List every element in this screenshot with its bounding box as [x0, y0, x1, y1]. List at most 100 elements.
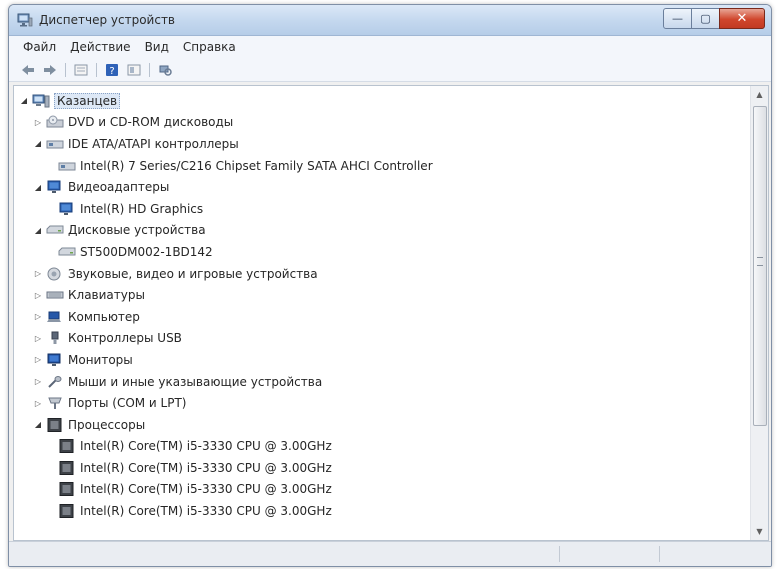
tree-device[interactable]: Intel(R) HD Graphics — [14, 198, 750, 220]
processor-icon — [46, 417, 64, 432]
expand-arrow-icon[interactable]: ▷ — [32, 334, 44, 343]
tree-device[interactable]: Intel(R) Core(TM) i5-3330 CPU @ 3.00GHz — [14, 436, 750, 458]
tree-root-label: Казанцев — [54, 92, 121, 109]
tree-category-label: Звуковые, видео и игровые устройства — [68, 266, 318, 281]
collapse-arrow-icon[interactable]: ◢ — [32, 226, 44, 235]
toolbar-separator — [149, 62, 150, 77]
close-icon: ✕ — [736, 11, 748, 26]
svg-text:?: ? — [109, 66, 114, 77]
tree-category[interactable]: ▷ Звуковые, видео и игровые устройства — [14, 263, 750, 285]
monitor-icon — [46, 353, 64, 367]
processor-icon — [58, 504, 76, 519]
tree-device[interactable]: Intel(R) Core(TM) i5-3330 CPU @ 3.00GHz — [14, 479, 750, 501]
tree-category-label: Мыши и иные указывающие устройства — [68, 374, 323, 389]
tree-category-label: Видеоадаптеры — [68, 180, 170, 195]
usb-icon — [46, 331, 64, 345]
tree-category[interactable]: ▷ Компьютер — [14, 306, 750, 328]
port-icon — [46, 396, 64, 410]
vertical-scrollbar[interactable]: ▲ ▼ — [750, 86, 768, 540]
tree-root[interactable]: ◢ Казанцев — [14, 90, 750, 112]
maximize-icon: ▢ — [700, 12, 711, 25]
tree-category-label: Порты (COM и LPT) — [68, 396, 187, 411]
device-tree: ◢ Казанцев ▷ DVD и CD-ROM дисководы ◢ ID… — [14, 90, 750, 540]
ide-controller-icon — [58, 159, 76, 173]
tree-category[interactable]: ▷ Клавиатуры — [14, 284, 750, 306]
tree-device-label: Intel(R) 7 Series/C216 Chipset Family SA… — [80, 158, 433, 173]
tree-device[interactable]: Intel(R) 7 Series/C216 Chipset Family SA… — [14, 155, 750, 177]
expand-arrow-icon[interactable]: ▷ — [32, 118, 44, 127]
tree-device-label: Intel(R) Core(TM) i5-3330 CPU @ 3.00GHz — [80, 482, 332, 497]
help-icon[interactable]: ? — [103, 62, 121, 78]
menu-view[interactable]: Вид — [145, 40, 169, 54]
expand-arrow-icon[interactable]: ▷ — [32, 291, 44, 300]
collapse-arrow-icon[interactable]: ◢ — [32, 139, 44, 148]
tree-category-label: Процессоры — [68, 417, 146, 432]
mouse-icon — [46, 375, 64, 389]
scrollbar-thumb[interactable] — [753, 106, 767, 426]
processor-icon — [58, 439, 76, 454]
expand-arrow-icon[interactable]: ▷ — [32, 312, 44, 321]
close-button[interactable]: ✕ — [719, 8, 765, 29]
display-adapter-icon — [46, 180, 64, 194]
speaker-icon — [46, 267, 64, 281]
scan-hardware-icon[interactable] — [156, 62, 174, 78]
tree-category-label: Дисковые устройства — [68, 223, 206, 238]
tree-category[interactable]: ◢ Видеоадаптеры — [14, 176, 750, 198]
tree-device-label: Intel(R) Core(TM) i5-3330 CPU @ 3.00GHz — [80, 460, 332, 475]
tree-device[interactable]: Intel(R) Core(TM) i5-3330 CPU @ 3.00GHz — [14, 500, 750, 522]
forward-arrow-icon[interactable] — [41, 62, 59, 78]
tree-category[interactable]: ◢ Дисковые устройства — [14, 220, 750, 242]
tree-category[interactable]: ▷ Порты (COM и LPT) — [14, 392, 750, 414]
view-icon[interactable] — [125, 62, 143, 78]
menu-file[interactable]: Файл — [23, 40, 56, 54]
tree-category[interactable]: ▷ Мониторы — [14, 349, 750, 371]
tree-device[interactable]: ST500DM002-1BD142 — [14, 241, 750, 263]
back-arrow-icon[interactable] — [19, 62, 37, 78]
computer-icon — [32, 94, 50, 108]
expand-arrow-icon[interactable]: ▷ — [32, 399, 44, 408]
tree-category[interactable]: ▷ DVD и CD-ROM дисководы — [14, 112, 750, 134]
status-bar — [9, 541, 771, 566]
expand-arrow-icon[interactable]: ▷ — [32, 269, 44, 278]
menu-bar: Файл Действие Вид Справка — [9, 36, 771, 58]
tree-category[interactable]: ◢ IDE ATA/ATAPI контроллеры — [14, 133, 750, 155]
expand-arrow-icon[interactable]: ▷ — [32, 355, 44, 364]
collapse-arrow-icon[interactable]: ◢ — [18, 96, 30, 105]
tree-category[interactable]: ◢ Процессоры — [14, 414, 750, 436]
status-divider — [659, 546, 660, 562]
tree-device[interactable]: Intel(R) Core(TM) i5-3330 CPU @ 3.00GHz — [14, 457, 750, 479]
tree-category[interactable]: ▷ Контроллеры USB — [14, 328, 750, 350]
scroll-up-arrow-icon[interactable]: ▲ — [751, 86, 768, 103]
title-bar[interactable]: Диспетчер устройств — ▢ ✕ — [9, 5, 771, 36]
properties-icon[interactable] — [72, 62, 90, 78]
scrollbar-grip-icon — [757, 257, 763, 266]
status-divider — [559, 546, 560, 562]
expand-arrow-icon[interactable]: ▷ — [32, 377, 44, 386]
tree-device-label: Intel(R) Core(TM) i5-3330 CPU @ 3.00GHz — [80, 504, 332, 519]
ide-controller-icon — [46, 137, 64, 151]
tree-category-label: IDE ATA/ATAPI контроллеры — [68, 136, 239, 151]
disk-drive-icon — [58, 245, 76, 259]
toolbar-separator — [96, 62, 97, 77]
device-manager-app-icon — [17, 13, 33, 27]
window-controls: — ▢ ✕ — [663, 8, 765, 29]
maximize-button[interactable]: ▢ — [691, 8, 720, 29]
minimize-icon: — — [672, 12, 683, 25]
menu-help[interactable]: Справка — [183, 40, 236, 54]
display-adapter-icon — [58, 202, 76, 216]
tree-category-label: Компьютер — [68, 309, 140, 324]
collapse-arrow-icon[interactable]: ◢ — [32, 420, 44, 429]
keyboard-icon — [46, 288, 64, 302]
toolbar: ? — [9, 58, 771, 82]
tree-category[interactable]: ▷ Мыши и иные указывающие устройства — [14, 371, 750, 393]
disk-drive-icon — [46, 223, 64, 237]
collapse-arrow-icon[interactable]: ◢ — [32, 183, 44, 192]
menu-action[interactable]: Действие — [70, 40, 130, 54]
window-title: Диспетчер устройств — [39, 13, 176, 27]
tree-category-label: Клавиатуры — [68, 288, 145, 303]
scroll-down-arrow-icon[interactable]: ▼ — [751, 523, 768, 540]
device-tree-pane: ◢ Казанцев ▷ DVD и CD-ROM дисководы ◢ ID… — [13, 85, 769, 541]
minimize-button[interactable]: — — [663, 8, 692, 29]
tree-category-label: DVD и CD-ROM дисководы — [68, 115, 234, 130]
toolbar-separator — [65, 62, 66, 77]
